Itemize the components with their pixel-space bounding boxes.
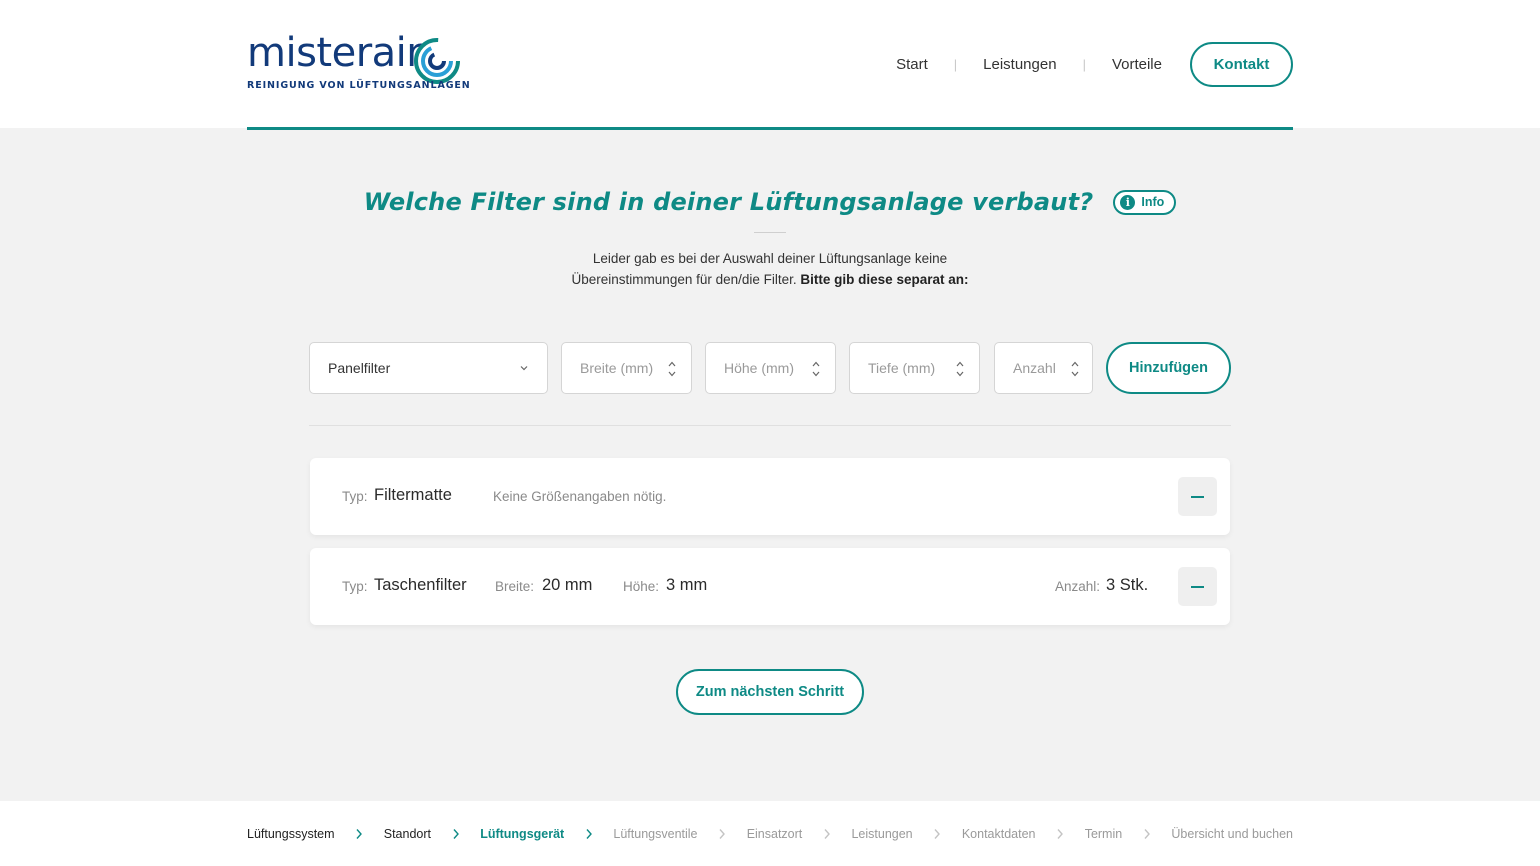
filter-type-value: Panelfilter: [328, 360, 391, 376]
chevron-right-icon: [1057, 829, 1064, 839]
page-title: Welche Filter sind in deiner Lüftungsanl…: [363, 188, 1094, 216]
info-icon: i: [1120, 194, 1136, 210]
nav-vorteile[interactable]: Vorteile: [1112, 56, 1162, 73]
chevron-right-icon: [356, 829, 363, 839]
title-row: Welche Filter sind in deiner Lüftungsanl…: [0, 188, 1540, 216]
logo-wordmark: misterair: [247, 30, 423, 76]
info-label: Info: [1141, 195, 1165, 209]
info-button[interactable]: i Info: [1113, 189, 1177, 215]
nav-leistungen[interactable]: Leistungen: [983, 56, 1056, 73]
next-step-button[interactable]: Zum nächsten Schritt: [676, 669, 864, 715]
width-value: 20 mm: [542, 576, 593, 594]
brand-logo[interactable]: misterair REINIGUNG VON LÜFTUNGSANLAGEN: [247, 30, 470, 96]
main-nav: Start | Leistungen | Vorteile Kontakt: [896, 42, 1293, 87]
step-übersicht-und-buchen: Übersicht und buchen: [1171, 827, 1293, 841]
stepper-icon[interactable]: [1070, 360, 1080, 378]
step-termin: Termin: [1084, 827, 1123, 841]
type-value: Filtermatte: [374, 486, 452, 504]
step-standort[interactable]: Standort: [384, 827, 431, 841]
nav-separator: |: [953, 57, 958, 72]
height-input[interactable]: Höhe (mm): [705, 342, 836, 394]
intro-text: Leider gab es bei der Auswahl deiner Lüf…: [0, 248, 1540, 290]
steps-list: Lüftungssystem Standort Lüftungsgerät Lüftu…: [247, 827, 1293, 841]
step-lüftungsgerät[interactable]: Lüftungsgerät: [480, 827, 564, 841]
section-divider: [309, 425, 1231, 426]
chevron-down-icon: [520, 366, 528, 371]
filter-type-select[interactable]: Panelfilter: [309, 342, 548, 394]
count-value: 3 Stk.: [1106, 576, 1149, 594]
height-value: 3 mm: [666, 576, 708, 594]
add-filter-button[interactable]: Hinzufügen: [1106, 342, 1231, 394]
swirl-logo-icon: [414, 38, 460, 84]
intro-line-2-text: Übereinstimmungen für den/die Filter.: [571, 272, 797, 287]
depth-input[interactable]: Tiefe (mm): [849, 342, 980, 394]
count-placeholder: Anzahl: [1013, 360, 1056, 376]
step-lüftungssystem[interactable]: Lüftungssystem: [247, 827, 335, 841]
chevron-right-icon: [453, 829, 459, 839]
remove-filter-button[interactable]: [1178, 477, 1217, 516]
chevron-right-icon: [586, 829, 592, 839]
filter-item: Typ: Filtermatte Keine Größenangaben nöt…: [310, 458, 1230, 535]
intro-line-1: Leider gab es bei der Auswahl deiner Lüf…: [592, 251, 948, 266]
step-einsatzort: Einsatzort: [746, 827, 803, 841]
step-lüftungsventile: Lüftungsventile: [613, 827, 698, 841]
nav-separator: |: [1082, 57, 1086, 72]
minus-icon: [1191, 585, 1204, 588]
step-kontaktdaten: Kontaktdaten: [961, 827, 1036, 841]
height-label: Höhe:: [623, 579, 660, 594]
step-leistungen: Leistungen: [851, 827, 913, 841]
minus-icon: [1191, 495, 1204, 498]
chevron-right-icon: [719, 829, 726, 839]
count-label: Anzahl:: [1055, 579, 1101, 594]
contact-button[interactable]: Kontakt: [1190, 42, 1293, 87]
progress-steps: Lüftungssystem Standort Lüftungsgerät Lüftu…: [0, 801, 1540, 866]
width-input[interactable]: Breite (mm): [561, 342, 692, 394]
chevron-right-icon: [824, 829, 830, 839]
chevron-right-icon: [1144, 829, 1150, 839]
size-note: Keine Größenangaben nötig.: [493, 489, 667, 504]
filter-item: Typ: Taschenfilter Breite: 20 mm Höhe: 3…: [310, 548, 1230, 625]
nav-start[interactable]: Start: [896, 56, 928, 73]
title-divider: [754, 232, 786, 233]
width-label: Breite:: [495, 579, 535, 594]
stepper-icon[interactable]: [667, 360, 677, 378]
type-value: Taschenfilter: [374, 576, 467, 594]
type-label: Typ:: [342, 489, 368, 504]
width-placeholder: Breite (mm): [580, 360, 654, 376]
chevron-right-icon: [934, 829, 941, 839]
intro-line-2: Übereinstimmungen für den/die Filter. Bi…: [0, 269, 1540, 290]
height-placeholder: Höhe (mm): [724, 360, 795, 376]
type-label: Typ:: [342, 579, 368, 594]
depth-placeholder: Tiefe (mm): [868, 360, 936, 376]
stepper-icon[interactable]: [955, 360, 965, 378]
stepper-icon[interactable]: [811, 360, 821, 378]
remove-filter-button[interactable]: [1178, 567, 1217, 606]
count-input[interactable]: Anzahl: [994, 342, 1093, 394]
logo-tagline: REINIGUNG VON LÜFTUNGSANLAGEN: [247, 80, 471, 91]
intro-emphasis: Bitte gib diese separat an:: [800, 272, 969, 287]
header-accent-line: [247, 127, 1293, 130]
site-header: misterair REINIGUNG VON LÜFTUNGSANLAGEN …: [0, 0, 1540, 128]
